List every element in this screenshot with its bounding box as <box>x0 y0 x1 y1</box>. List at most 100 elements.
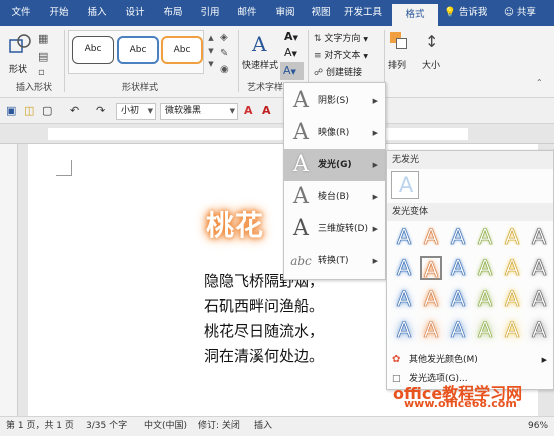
font-size-combo[interactable]: 小初 ▼ <box>116 103 156 120</box>
lock-shape-icon[interactable]: ▫ <box>38 67 54 81</box>
glow-variant-swatch[interactable]: A <box>420 287 442 312</box>
arrange-label: 排列 <box>388 61 407 71</box>
menu-item-shadow[interactable]: A 阴影(S) ▶ <box>284 85 385 117</box>
share-label: 共享 <box>516 7 536 18</box>
glow-variant-swatch[interactable]: A <box>447 287 469 312</box>
glow-variant-swatch[interactable]: A <box>501 287 523 312</box>
tab-references[interactable]: 引用 <box>193 0 227 26</box>
shape-style-1[interactable]: Abc <box>72 36 114 64</box>
undo-icon[interactable]: ↶ <box>70 103 79 119</box>
language-status[interactable]: 中文(中国) <box>144 417 187 436</box>
glow-variant-swatch[interactable]: A <box>501 256 523 281</box>
chevron-right-icon: ▶ <box>372 225 378 233</box>
arrange-button[interactable]: 排列 <box>386 30 412 80</box>
shape-style-3[interactable]: Abc <box>161 36 203 64</box>
menu-item-transform[interactable]: abc 转换(T) ▶ <box>284 245 385 277</box>
text-direction-button[interactable]: ⇅ 文字方向 ▼ <box>314 31 384 45</box>
glow-variant-swatch[interactable]: A <box>528 287 550 312</box>
tab-file[interactable]: 文件 <box>4 0 38 26</box>
chevron-right-icon: ▶ <box>372 193 378 201</box>
chevron-down-icon: ▼ <box>229 107 235 115</box>
text-effects-button[interactable]: A▼ <box>280 62 304 80</box>
effects-icon[interactable]: ◉ <box>220 64 229 75</box>
ribbon-tab-bar: 文件 开始 插入 设计 布局 引用 邮件 审阅 视图 开发工具 格式 💡 告诉我 … <box>0 0 554 26</box>
tab-home[interactable]: 开始 <box>42 0 76 26</box>
zoom-level[interactable]: 96% <box>528 417 548 436</box>
glow-variant-swatch[interactable]: A <box>420 256 442 282</box>
glow-variant-swatch[interactable]: A <box>528 256 550 281</box>
shape-button[interactable]: 形状 <box>6 32 34 78</box>
glow-effect-icon: A <box>293 152 309 177</box>
save-icon[interactable]: ▣ <box>6 103 16 119</box>
quick-styles-button[interactable]: A 快速样式 <box>242 30 282 78</box>
text-fill-icon[interactable]: A▼ <box>284 30 298 43</box>
highlight-icon[interactable]: A <box>244 103 253 119</box>
collapse-ribbon-icon[interactable]: ⌃ <box>536 78 543 87</box>
gallery-scroll-icon[interactable]: ▲ ▼ ▼ <box>206 32 216 72</box>
edit-shape-icon[interactable]: ▦ <box>38 32 54 46</box>
glow-variant-swatch[interactable]: A <box>420 318 442 343</box>
glow-variant-swatch[interactable]: A <box>393 287 415 312</box>
glow-variant-swatch[interactable]: A <box>474 225 496 250</box>
new-doc-icon[interactable]: ▢ <box>42 103 52 119</box>
tab-mailings[interactable]: 邮件 <box>230 0 264 26</box>
font-name-combo[interactable]: 微软雅黑 ▼ <box>160 103 238 120</box>
tab-layout[interactable]: 布局 <box>156 0 190 26</box>
glow-variant-swatch[interactable]: A <box>528 318 550 343</box>
more-glow-colors-item[interactable]: ✿ 其他发光颜色(M) ▶ <box>387 351 553 369</box>
glow-variant-swatch[interactable]: A <box>393 318 415 343</box>
shape-styles-group-label: 形状样式 <box>121 83 158 93</box>
chevron-down-icon: ▼ <box>147 107 153 115</box>
track-changes-status[interactable]: 修订: 关闭 <box>198 417 240 436</box>
glow-variant-swatch[interactable]: A <box>393 225 415 250</box>
glow-variant-swatch[interactable]: A <box>474 287 496 312</box>
share-button[interactable]: ☺ 共享 <box>504 0 536 26</box>
menu-item-glow[interactable]: A 发光(G) ▶ <box>284 149 385 181</box>
tell-me-button[interactable]: 💡 告诉我 <box>444 0 487 26</box>
glowing-word-art-title[interactable]: 桃花 <box>206 204 264 244</box>
size-button[interactable]: ↕ 大小 <box>418 30 446 80</box>
glow-variant-swatch[interactable]: A <box>501 318 523 343</box>
menu-item-reflection[interactable]: A 映像(R) ▶ <box>284 117 385 149</box>
tab-insert[interactable]: 插入 <box>80 0 114 26</box>
crop-mark <box>56 160 72 176</box>
create-link-button[interactable]: ☍ 创建链接 <box>314 65 384 79</box>
glow-variant-swatch[interactable]: A <box>447 256 469 281</box>
menu-item-label: 转换(T) <box>318 256 349 266</box>
no-glow-option[interactable]: A <box>391 171 419 199</box>
glow-variant-swatch[interactable]: A <box>501 225 523 250</box>
glow-variant-swatch[interactable]: A <box>447 318 469 343</box>
menu-item-bevel[interactable]: A 棱台(B) ▶ <box>284 181 385 213</box>
tab-design[interactable]: 设计 <box>118 0 152 26</box>
glow-variant-swatch[interactable]: A <box>474 318 496 343</box>
glow-variants-header: 发光变体 <box>387 203 553 221</box>
open-icon[interactable]: ◫ <box>24 103 34 119</box>
art-text-group-label: 艺术字样 <box>246 83 283 93</box>
fill-icon[interactable]: ◈ <box>220 32 228 43</box>
arrange-icon <box>390 32 408 50</box>
chevron-right-icon: ▶ <box>372 97 378 105</box>
tab-view[interactable]: 视图 <box>304 0 338 26</box>
font-color-icon[interactable]: A <box>262 103 271 119</box>
glow-variant-swatch[interactable]: A <box>393 256 415 281</box>
insert-mode-status[interactable]: 插入 <box>254 417 272 436</box>
glow-variant-swatch[interactable]: A <box>528 225 550 250</box>
glow-variant-swatch[interactable]: A <box>447 225 469 250</box>
text-box-icon[interactable]: ▤ <box>38 50 54 64</box>
glow-variant-swatch[interactable]: A <box>474 256 496 281</box>
align-text-button[interactable]: ≡ 对齐文本 ▼ <box>314 48 384 62</box>
redo-icon[interactable]: ↷ <box>96 103 105 119</box>
glow-variant-swatch[interactable]: A <box>420 225 442 250</box>
outline-icon[interactable]: ✎ <box>220 48 228 59</box>
page-count[interactable]: 第 1 页，共 1 页 <box>6 417 74 436</box>
text-outline-icon[interactable]: A▼ <box>284 46 297 59</box>
align-text-icon: ≡ <box>314 51 322 61</box>
shadow-effect-icon: A <box>293 88 309 113</box>
menu-item-3d-rotation[interactable]: A 三维旋转(D) ▶ <box>284 213 385 245</box>
chevron-right-icon: ▶ <box>541 356 547 364</box>
tab-review[interactable]: 审阅 <box>268 0 302 26</box>
tab-format[interactable]: 格式 <box>392 4 438 26</box>
shape-style-2[interactable]: Abc <box>117 36 159 64</box>
word-count[interactable]: 3/35 个字 <box>86 417 127 436</box>
tab-developer[interactable]: 开发工具 <box>338 0 388 26</box>
